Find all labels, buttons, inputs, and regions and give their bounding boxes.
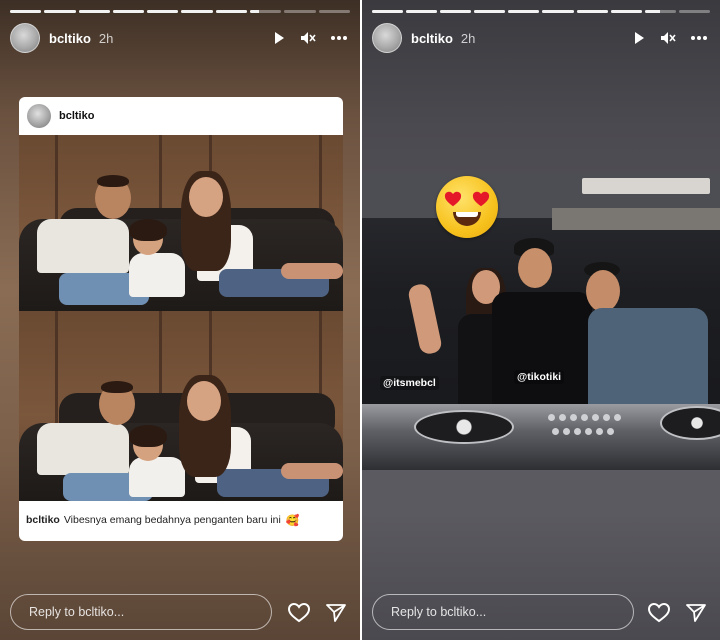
progress-segment — [215, 10, 248, 13]
progress-segment — [406, 10, 438, 13]
post-caption: bcltiko Vibesnya emang bedahnya pengante… — [19, 499, 343, 541]
user-tag[interactable]: @tikotiki — [514, 370, 565, 384]
progress-segment — [44, 10, 76, 13]
progress-segment — [508, 10, 540, 13]
story-right[interactable]: bcltiko 2h @itsmebcl @tikotiki Reply to … — [362, 0, 720, 640]
progress-segment — [181, 10, 213, 13]
user-tag[interactable]: @itsmebcl — [380, 376, 439, 390]
post-username[interactable]: bcltiko — [59, 110, 94, 122]
caption-text: Vibesnya emang bedahnya penganten baru i… — [63, 514, 281, 526]
progress-segment — [576, 10, 608, 13]
progress-segment — [284, 10, 316, 13]
progress-segment-active — [644, 10, 676, 13]
mute-icon[interactable] — [660, 31, 676, 45]
progress-segment-active — [250, 10, 282, 13]
progress-segment — [440, 10, 472, 13]
family-photo-1 — [19, 135, 343, 311]
play-icon[interactable] — [632, 31, 646, 45]
progress-segment — [678, 10, 710, 13]
dj-photo: @itsmebcl @tikotiki — [362, 174, 720, 470]
story-left[interactable]: bcltiko 2h bcltiko bcltiko Vibesnya eman… — [0, 0, 360, 640]
progress-segment — [542, 10, 574, 13]
send-icon[interactable] — [326, 603, 346, 623]
more-icon[interactable] — [330, 35, 348, 41]
reply-input[interactable]: Reply to bcltiko... — [372, 594, 634, 630]
caption-username[interactable]: bcltiko — [26, 514, 60, 526]
avatar[interactable] — [10, 23, 40, 53]
story-header: bcltiko 2h — [10, 23, 348, 53]
progress-bar — [372, 10, 710, 13]
heart-eyes-emoji — [436, 176, 498, 238]
send-icon[interactable] — [686, 603, 706, 623]
username[interactable]: bcltiko — [49, 31, 91, 46]
progress-segment — [610, 10, 642, 13]
progress-segment — [78, 10, 110, 13]
mute-icon[interactable] — [300, 31, 316, 45]
progress-segment — [112, 10, 145, 13]
heart-icon[interactable] — [288, 603, 310, 623]
story-header: bcltiko 2h — [372, 23, 708, 53]
reply-input[interactable]: Reply to bcltiko... — [10, 594, 272, 630]
play-icon[interactable] — [272, 31, 286, 45]
progress-segment — [474, 10, 506, 13]
shared-post-card[interactable]: bcltiko bcltiko Vibesnya emang bedahnya … — [19, 97, 343, 541]
smiling-hearts-emoji: 🥰 — [285, 514, 300, 527]
post-header: bcltiko — [19, 97, 343, 135]
avatar[interactable] — [372, 23, 402, 53]
family-photo-2 — [19, 311, 343, 501]
more-icon[interactable] — [690, 35, 708, 41]
username[interactable]: bcltiko — [411, 31, 453, 46]
timestamp: 2h — [460, 30, 476, 46]
progress-segment — [372, 10, 404, 13]
timestamp: 2h — [98, 30, 114, 46]
heart-icon[interactable] — [648, 603, 670, 623]
progress-bar — [10, 10, 350, 13]
progress-segment — [147, 10, 179, 13]
progress-segment — [10, 10, 42, 13]
post-avatar[interactable] — [27, 104, 51, 128]
progress-segment — [318, 10, 350, 13]
